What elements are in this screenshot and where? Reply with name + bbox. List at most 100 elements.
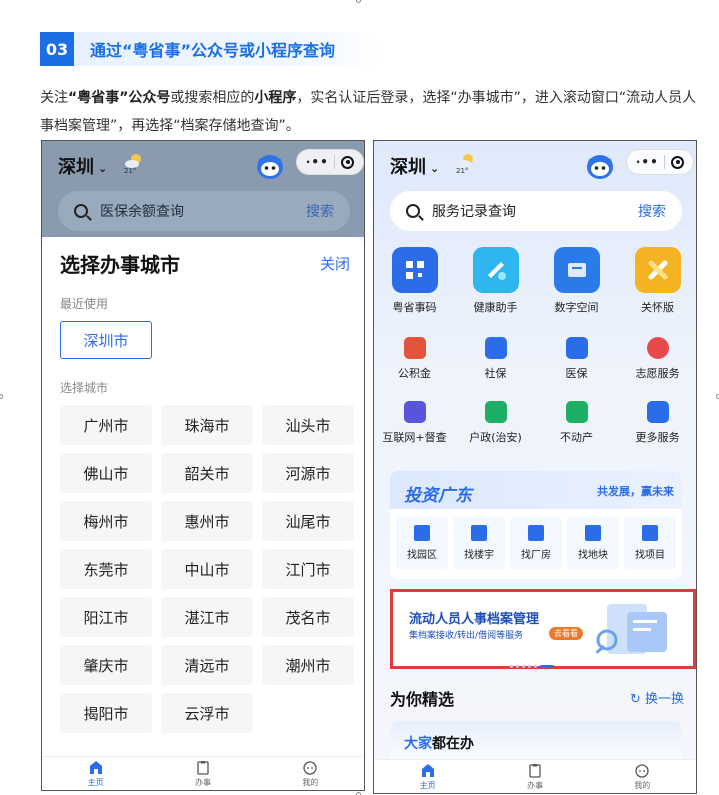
pager-dot — [534, 665, 537, 668]
more-icon[interactable]: ·•• — [636, 155, 659, 169]
city-option[interactable]: 江门市 — [262, 549, 354, 589]
invest-label: 找项目 — [635, 550, 665, 561]
more-icon[interactable]: ·•• — [306, 155, 329, 169]
recent-city-button[interactable]: 深圳市 — [60, 321, 152, 359]
crop-mark-top — [356, 0, 361, 3]
para-bold-1: “粤省事”公众号 — [68, 90, 171, 106]
banner-go-button[interactable]: 去看看 — [549, 627, 583, 640]
close-miniprogram-icon[interactable] — [341, 155, 355, 169]
crop-mark-left — [0, 394, 3, 399]
city-select-modal: 选择办事城市 关闭 最近使用 深圳市 选择城市 广州市 珠海市 汕头市 佛山市 … — [42, 237, 364, 757]
social-security-icon — [484, 337, 507, 359]
search-button[interactable]: 搜索 — [638, 201, 666, 221]
city-option[interactable]: 韶关市 — [161, 453, 253, 493]
pager-dot — [522, 665, 525, 668]
service-yueshengshi-code[interactable]: 粤省事码 — [374, 247, 455, 327]
find-project-button[interactable]: 找项目 — [624, 517, 676, 569]
temperature: 21° — [456, 167, 469, 175]
service-digital-space[interactable]: 数字空间 — [536, 247, 617, 327]
qr-code-icon — [391, 247, 438, 293]
city-option[interactable]: 清远市 — [161, 645, 253, 685]
city-option[interactable]: 河源市 — [262, 453, 354, 493]
tab-home[interactable]: 主页 — [398, 763, 458, 791]
search-bar[interactable]: 医保余额查询 搜索 — [58, 191, 350, 231]
service-label: 不动产 — [560, 431, 593, 444]
service-household[interactable]: 户政(治安) — [455, 391, 536, 455]
service-social-security[interactable]: 社保 — [455, 327, 536, 391]
service-label: 医保 — [565, 367, 588, 380]
tab-home[interactable]: 主页 — [66, 760, 126, 788]
service-supervision[interactable]: 互联网+督查 — [374, 391, 455, 455]
capsule-divider — [334, 155, 336, 169]
city-option[interactable]: 珠海市 — [161, 405, 253, 445]
city-option[interactable]: 湛江市 — [161, 597, 253, 637]
service-medical-insurance[interactable]: 医保 — [536, 327, 617, 391]
bottom-tab-bar: 主页 办事 我的 — [42, 756, 364, 790]
search-button[interactable]: 搜索 — [306, 201, 334, 221]
mascot-icon[interactable] — [584, 149, 616, 181]
find-factory-button[interactable]: 找厂房 — [510, 517, 562, 569]
home-icon — [421, 763, 434, 777]
invest-title: 投资广东 — [404, 486, 472, 506]
city-option[interactable]: 潮州市 — [262, 645, 354, 685]
invest-label: 找园区 — [407, 550, 437, 561]
city-option[interactable]: 汕头市 — [262, 405, 354, 445]
find-park-button[interactable]: 找园区 — [396, 517, 448, 569]
pager-dot — [510, 665, 513, 668]
city-option[interactable]: 阳江市 — [60, 597, 152, 637]
tab-services[interactable]: 办事 — [173, 760, 233, 788]
refresh-button[interactable]: ↻ 换一换 — [630, 688, 684, 707]
tab-mine[interactable]: 我的 — [612, 763, 672, 791]
search-bar[interactable]: 服务记录查询 搜索 — [390, 191, 682, 231]
tab-label: 我的 — [634, 780, 651, 790]
city-option[interactable]: 云浮市 — [161, 693, 253, 733]
city-selector[interactable]: 深圳 ⌄ — [390, 153, 439, 179]
para-bold-2: 小程序 — [254, 90, 297, 106]
archive-management-banner[interactable]: 流动人员人事档案管理 集档案接收/转出/借阅等服务 去看看 — [390, 589, 696, 669]
city-option[interactable]: 中山市 — [161, 549, 253, 589]
city-option[interactable]: 惠州市 — [161, 501, 253, 541]
service-real-estate[interactable]: 不动产 — [536, 391, 617, 455]
health-icon — [472, 247, 519, 293]
find-building-button[interactable]: 找楼宇 — [453, 517, 505, 569]
clipboard-icon — [529, 763, 541, 778]
close-miniprogram-icon[interactable] — [671, 155, 685, 169]
banner-title: 流动人员人事档案管理 — [409, 612, 540, 627]
city-option[interactable]: 肇庆市 — [60, 645, 152, 685]
service-volunteer[interactable]: 志愿服务 — [617, 327, 696, 391]
user-face-icon — [635, 763, 649, 778]
city-option[interactable]: 东莞市 — [60, 549, 152, 589]
city-option[interactable]: 梅州市 — [60, 501, 152, 541]
grid-more-icon — [646, 401, 669, 423]
find-land-button[interactable]: 找地块 — [567, 517, 619, 569]
user-face-icon — [303, 760, 317, 775]
city-option[interactable]: 揭阳市 — [60, 693, 152, 733]
service-housing-fund[interactable]: 公积金 — [374, 327, 455, 391]
building-icon — [414, 525, 430, 541]
city-option[interactable]: 广州市 — [60, 405, 152, 445]
city-selector[interactable]: 深圳 ⌄ — [58, 153, 107, 179]
miniprogram-capsule[interactable]: ·•• — [296, 149, 364, 175]
invest-slogan[interactable]: 共发展，赢未来 — [597, 483, 674, 499]
banner-subtitle: 集档案接收/转出/借阅等服务 — [409, 631, 524, 641]
tab-label: 办事 — [194, 777, 211, 787]
tab-mine[interactable]: 我的 — [280, 760, 340, 788]
choose-city-label: 选择城市 — [60, 381, 109, 395]
phone-screenshot-left: 深圳 ⌄ 21° ·•• 医保余额查询 搜索 选择办事城市 关闭 最近使用 深圳市… — [41, 140, 365, 791]
city-option[interactable]: 茂名市 — [262, 597, 354, 637]
pager-dot — [516, 665, 519, 668]
mascot-icon[interactable] — [254, 149, 286, 181]
service-health[interactable]: 健康助手 — [455, 247, 536, 327]
service-more[interactable]: 更多服务 — [617, 391, 696, 455]
real-estate-icon — [565, 401, 588, 423]
service-label: 健康助手 — [473, 301, 518, 314]
city-option[interactable]: 汕尾市 — [262, 501, 354, 541]
tab-services[interactable]: 办事 — [505, 763, 565, 791]
search-placeholder: 医保余额查询 — [100, 204, 184, 220]
service-care-mode[interactable]: 关怀版 — [617, 247, 696, 327]
para-text-2: 或搜索相应的 — [170, 90, 255, 106]
city-option[interactable]: 佛山市 — [60, 453, 152, 493]
close-button[interactable]: 关闭 — [320, 253, 350, 274]
miniprogram-capsule[interactable]: ·•• — [626, 149, 694, 175]
pager-dot-active — [540, 665, 554, 668]
